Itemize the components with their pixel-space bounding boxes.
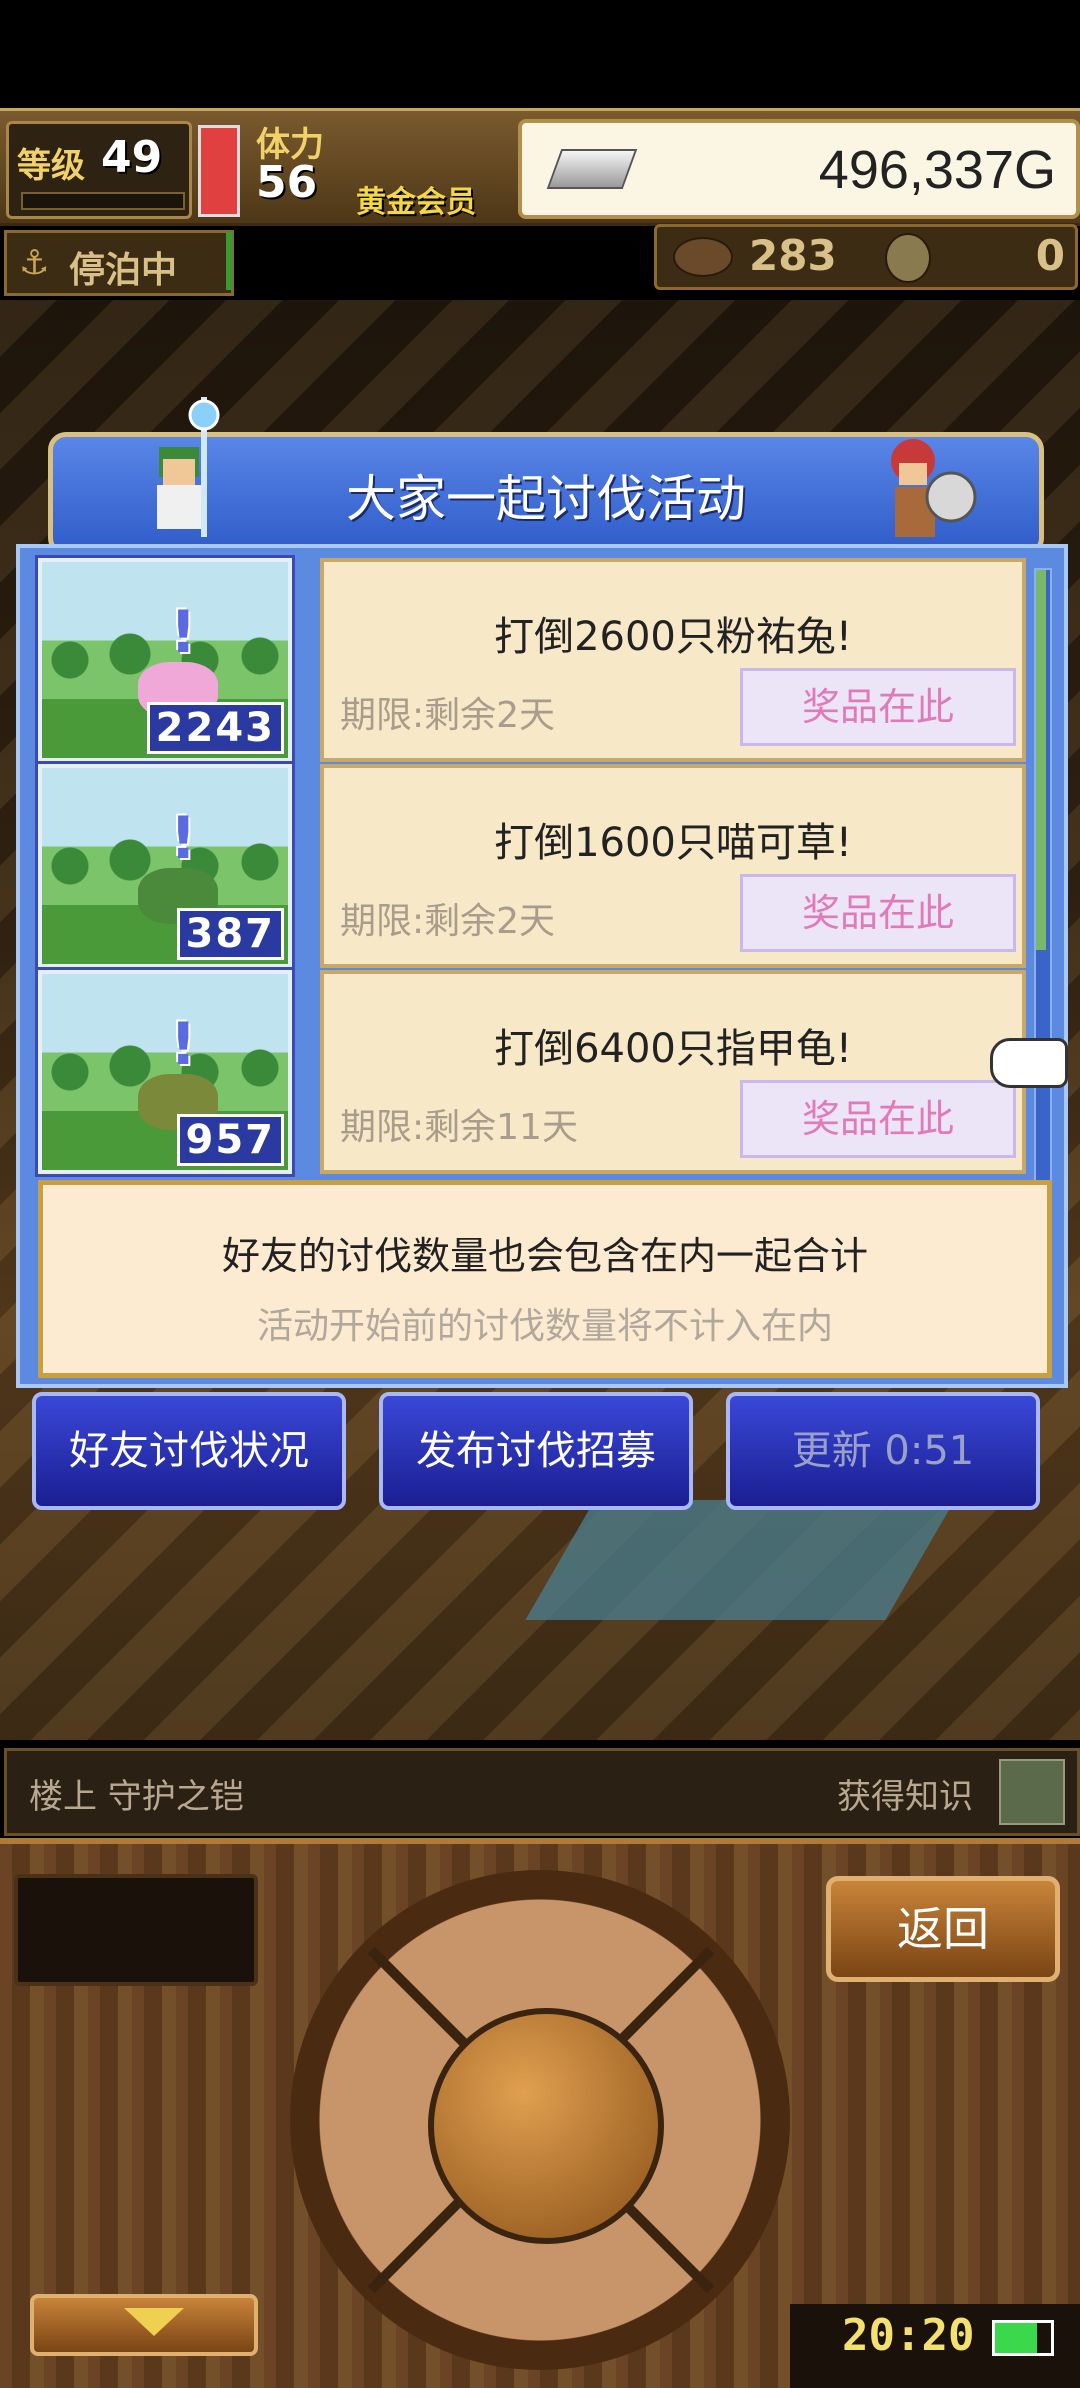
info-sub-text: 活动开始前的讨伐数量将不计入在内 <box>256 1306 833 1347</box>
resource-count-2: 0 <box>1035 231 1065 280</box>
quest-title: 打倒2600只粉祐兔! <box>494 614 852 660</box>
reward-button[interactable]: 奖品在此 <box>740 668 1016 746</box>
quest-row: ! 2243 打倒2600只粉祐兔! 期限:剩余2天 奖品在此 <box>35 555 1026 765</box>
status-indicator <box>226 232 232 290</box>
clock-panel: 20:20 <box>790 2304 1080 2388</box>
info-main-text: 好友的讨伐数量也会包含在内一起合计 <box>221 1234 868 1278</box>
exclamation-icon: ! <box>170 804 197 872</box>
defeat-count: 957 <box>176 1114 284 1166</box>
event-panel: ! 2243 打倒2600只粉祐兔! 期限:剩余2天 奖品在此 ! 387 打倒… <box>16 544 1068 1388</box>
silver-bar-icon <box>546 149 638 189</box>
exp-bar <box>21 192 185 210</box>
stamina-value: 56 <box>256 157 318 208</box>
scroll-icon[interactable] <box>999 1759 1065 1825</box>
mini-screen <box>14 1874 258 1986</box>
dialog-title-banner: 大家一起讨伐活动 <box>48 397 1044 556</box>
medal-icon <box>885 233 931 283</box>
location-bar: 楼上 守护之铠 获得知识 <box>4 1748 1080 1836</box>
level-label: 等级 <box>17 146 85 186</box>
clock: 20:20 <box>842 2310 975 2361</box>
quest-deadline: 期限:剩余2天 <box>340 695 556 736</box>
quest-thumbnail: ! 387 <box>35 761 295 971</box>
post-recruit-button[interactable]: 发布讨伐招募 <box>379 1392 693 1510</box>
resource-count-1: 283 <box>749 231 837 280</box>
refresh-button[interactable]: 更新 0:51 <box>726 1392 1040 1510</box>
menu-toggle-button[interactable] <box>30 2294 258 2356</box>
gold-panel: 496,337G <box>518 119 1080 219</box>
quest-thumbnail: ! 957 <box>35 967 295 1177</box>
reward-button[interactable]: 奖品在此 <box>740 874 1016 952</box>
quest-card: 打倒6400只指甲龟! 期限:剩余11天 奖品在此 <box>320 970 1026 1174</box>
quest-title: 打倒6400只指甲龟! <box>494 1026 852 1072</box>
dpad-center-button[interactable] <box>428 2008 664 2244</box>
seed-icon <box>673 237 733 277</box>
gold-amount: 496,337G <box>818 140 1056 200</box>
reward-button[interactable]: 奖品在此 <box>740 1080 1016 1158</box>
level-panel: 等级 49 <box>6 121 192 219</box>
scrollbar-thumb[interactable] <box>1036 570 1046 950</box>
quest-title: 打倒1600只喵可草! <box>494 820 852 866</box>
quest-row: ! 957 打倒6400只指甲龟! 期限:剩余11天 奖品在此 <box>35 967 1026 1177</box>
pointer-hand-icon <box>990 1038 1068 1088</box>
pool <box>525 1500 955 1620</box>
exclamation-icon: ! <box>170 1010 197 1078</box>
anchor-icon: ⚓ <box>19 243 50 283</box>
quest-deadline: 期限:剩余2天 <box>340 901 556 942</box>
level-value: 49 <box>101 132 163 183</box>
triangle-down-icon <box>124 2308 184 2336</box>
control-console: 返回 20:20 <box>0 1838 1080 2388</box>
direction-pad[interactable] <box>290 1870 790 2370</box>
floor-label: 楼上 守护之铠 <box>29 1777 244 1817</box>
ship-status[interactable]: ⚓ 停泊中 <box>4 230 234 296</box>
defeat-count: 2243 <box>146 702 284 754</box>
info-box: 好友的讨伐数量也会包含在内一起合计 活动开始前的讨伐数量将不计入在内 <box>38 1180 1052 1378</box>
knight-character-icon <box>891 439 977 537</box>
stamina-gauge <box>198 125 240 217</box>
ship-status-label: 停泊中 <box>69 250 178 291</box>
quest-card: 打倒2600只粉祐兔! 期限:剩余2天 奖品在此 <box>320 558 1026 762</box>
membership-badge: 黄金会员 <box>356 185 476 220</box>
defeat-count: 387 <box>176 908 284 960</box>
back-button[interactable]: 返回 <box>826 1876 1060 1982</box>
quest-row: ! 387 打倒1600只喵可草! 期限:剩余2天 奖品在此 <box>35 761 1026 971</box>
top-hud: 等级 49 体力 56 黄金会员 496,337G <box>0 108 1080 226</box>
quest-thumbnail: ! 2243 <box>35 555 295 765</box>
resource-panel: 283 0 <box>654 224 1078 290</box>
quest-card: 打倒1600只喵可草! 期限:剩余2天 奖品在此 <box>320 764 1026 968</box>
knowledge-label: 获得知识 <box>837 1777 973 1817</box>
friend-status-button[interactable]: 好友讨伐状况 <box>32 1392 346 1510</box>
quest-deadline: 期限:剩余11天 <box>340 1107 578 1148</box>
exclamation-icon: ! <box>170 598 197 666</box>
battery-icon <box>992 2320 1054 2356</box>
